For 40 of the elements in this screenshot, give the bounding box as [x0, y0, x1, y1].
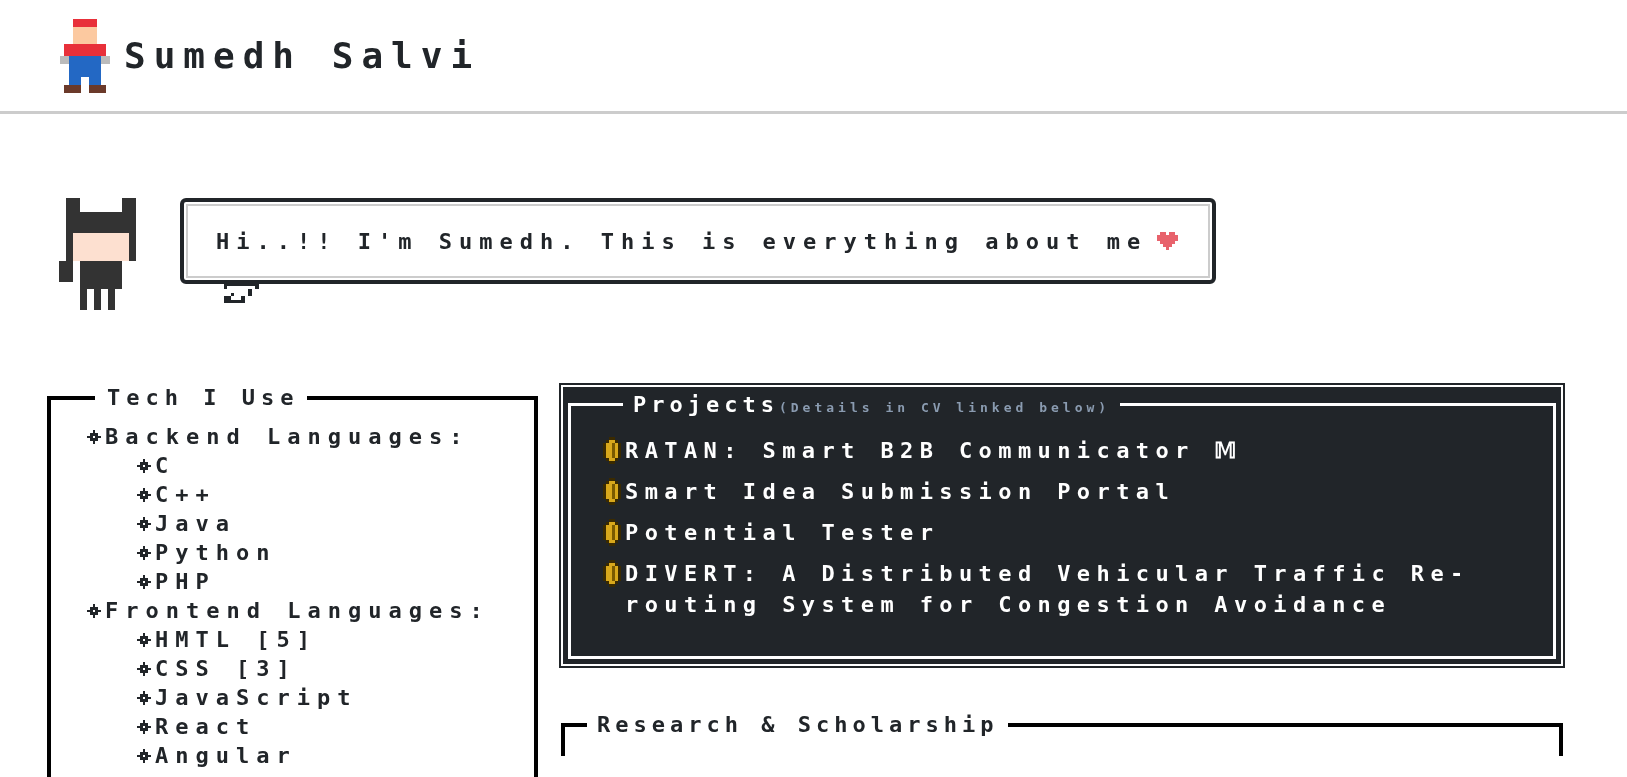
bullet-icon [137, 748, 151, 763]
panel-title: Tech I Use [106, 389, 301, 410]
project-title: RATAN: Smart B2B Communicator 𝕄 [625, 437, 1244, 465]
project-title: Potential Tester [625, 519, 940, 547]
coin-icon [603, 560, 621, 587]
heart-icon [1157, 232, 1179, 250]
tech-item: C [155, 453, 176, 478]
tech-item: C++ [155, 482, 216, 507]
tech-item: PHP [155, 569, 216, 594]
panel-title: Projects [633, 392, 779, 417]
tech-item: Java [155, 511, 236, 536]
bullet-icon [87, 603, 101, 618]
bullet-icon [137, 458, 151, 473]
tech-item: React [155, 714, 257, 739]
bullet-icon [137, 690, 151, 705]
bullet-icon [137, 661, 151, 676]
bullet-icon [137, 574, 151, 589]
bullet-icon [137, 545, 151, 560]
pixel-figure-icon [60, 18, 110, 93]
coin-icon [603, 519, 621, 546]
coin-icon [603, 478, 621, 505]
tech-item: Angular [155, 743, 297, 768]
bullet-icon [137, 719, 151, 734]
bullet-icon [137, 516, 151, 531]
panel-title: Research & Scholarship [596, 712, 1000, 737]
site-title: Sumedh Salvi [124, 35, 481, 76]
greeting-text: Hi..!! I'm Sumedh. This is everything about me [216, 228, 1148, 254]
tech-item: JavaScript [155, 685, 358, 710]
tech-item: CSS [3] [155, 656, 297, 681]
bullet-icon [137, 632, 151, 647]
tech-item: HMTL [5] [155, 627, 317, 652]
project-title: DIVERT: A Distributed Vehicular Traffic Re-routing System for Congestion Avoidance [625, 560, 1471, 619]
bullet-icon [137, 487, 151, 502]
bullet-icon [87, 429, 101, 444]
coin-icon [603, 437, 621, 464]
panel-note: (Details in CV linked below) [778, 400, 1111, 415]
tech-item: Python [155, 540, 277, 565]
tech-item: Backend Languages: [105, 424, 470, 449]
project-title: Smart Idea Submission Portal [625, 478, 1176, 506]
tech-item: Frontend Languages: [105, 598, 490, 623]
